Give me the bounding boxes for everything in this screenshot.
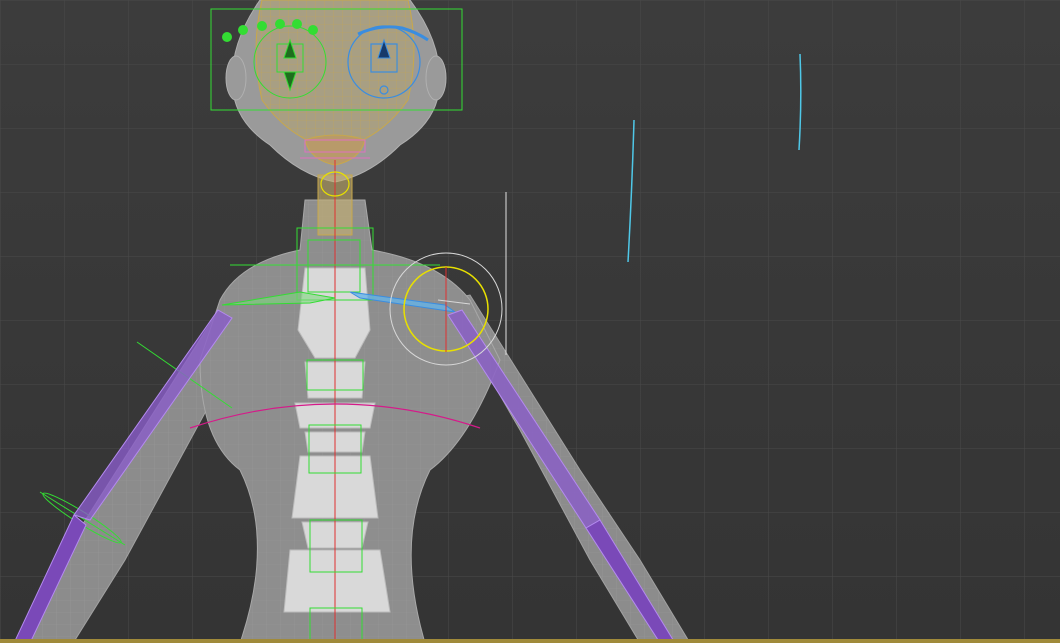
ground-line	[0, 639, 1060, 643]
viewport-grid	[0, 0, 1060, 643]
viewport-canvas[interactable]	[0, 0, 1060, 643]
left-ear	[225, 55, 247, 101]
right-ear	[425, 55, 447, 101]
spine-bone-1[interactable]	[297, 267, 371, 359]
spine-bone-7[interactable]	[283, 549, 391, 613]
3d-viewport[interactable]	[0, 0, 1060, 643]
